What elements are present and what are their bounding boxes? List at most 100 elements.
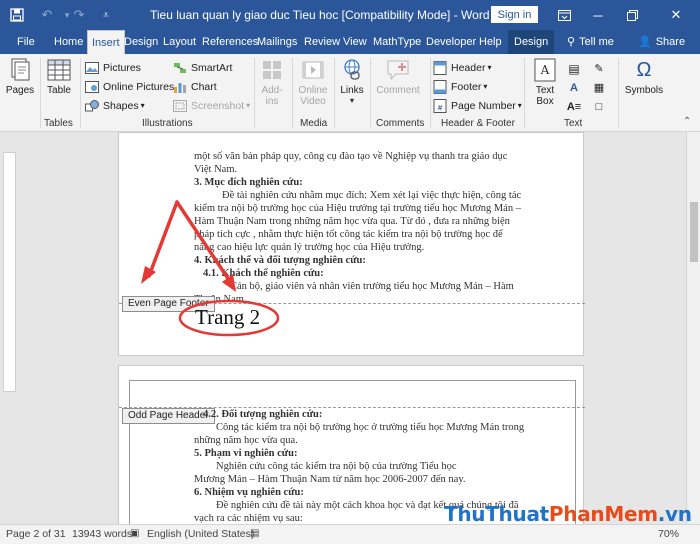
tab-developer[interactable]: Developer <box>426 30 476 54</box>
tell-me-search[interactable]: ⚲ Tell me <box>567 30 614 54</box>
tab-file[interactable]: File <box>17 30 35 54</box>
language-indicator[interactable]: English (United States) <box>147 528 254 540</box>
comment-button[interactable]: Comment <box>373 58 423 96</box>
drop-cap-icon[interactable]: A≡ <box>566 98 585 115</box>
tab-insert[interactable]: Insert <box>87 30 125 54</box>
tab-header-footer-design[interactable]: Design <box>508 30 555 54</box>
divider <box>370 58 371 128</box>
tab-design[interactable]: Design <box>124 30 158 54</box>
group-label-header-footer: Header & Footer <box>441 118 515 129</box>
restore-icon[interactable] <box>616 0 648 30</box>
shapes-button[interactable]: Shapes ▾ <box>84 97 145 114</box>
svg-text:#: # <box>437 104 443 112</box>
paragraph-line: Cán bộ, giáo viên và nhân viên trường ti… <box>230 281 514 292</box>
section-heading: 5. Phạm vi nghiên cứu: <box>194 448 298 459</box>
links-label: Links <box>340 85 364 96</box>
text-box-button[interactable]: A Text Box <box>527 58 563 107</box>
online-video-label: Online Video <box>298 85 328 107</box>
date-time-icon[interactable]: ▦ <box>591 79 610 96</box>
links-button[interactable]: Links ▾ <box>337 58 367 105</box>
screenshot-button[interactable]: Screenshot ▾ <box>172 97 250 114</box>
divider <box>334 58 335 128</box>
table-label: Table <box>47 85 71 96</box>
ribbon-tabs: File Home Insert Design Layout Reference… <box>0 30 700 54</box>
divider <box>524 58 525 128</box>
online-pictures-button[interactable]: Online Pictures <box>84 78 174 95</box>
document-area[interactable]: một số văn bản pháp quy, công cụ đào tạo… <box>0 132 700 524</box>
page-number-field[interactable]: Trang 2 <box>195 305 260 330</box>
customize-toolbar-icon[interactable]: ⩡ <box>97 6 115 24</box>
zoom-level[interactable]: 70% <box>658 528 679 540</box>
paragraph-line: Đề tài nghiên cứu nhằm mục đích: Xem xét… <box>222 190 522 201</box>
symbols-button[interactable]: Ω Symbols <box>623 58 665 97</box>
tab-mailings[interactable]: Mailings <box>257 30 297 54</box>
divider <box>254 58 255 128</box>
scrollbar-thumb[interactable] <box>690 202 698 262</box>
redo-icon[interactable]: ↷ <box>70 6 88 24</box>
online-video-button[interactable]: Online Video <box>295 58 331 107</box>
section-heading: 3. Mục đích nghiên cứu: <box>194 177 303 188</box>
group-label-media: Media <box>300 118 328 129</box>
paragraph-line: một số văn bản pháp quy, công cụ đào tạo… <box>194 151 508 162</box>
macro-recording-icon[interactable]: ▤ <box>250 528 259 539</box>
paragraph-line: Công tác kiểm tra nội bộ trường học ở tr… <box>216 422 525 433</box>
quick-parts-icon[interactable]: ▤ <box>566 60 585 77</box>
close-icon[interactable]: ✕ <box>660 0 692 30</box>
lightbulb-icon: ⚲ <box>567 36 576 48</box>
table-button[interactable]: Table <box>45 58 73 96</box>
chevron-down-icon: ▾ <box>487 63 492 72</box>
addins-label: Add-ins <box>261 85 283 107</box>
ribbon-display-options-icon[interactable] <box>548 0 580 30</box>
pictures-button[interactable]: Pictures <box>84 59 141 76</box>
proofing-icon[interactable]: ▣ <box>130 528 139 539</box>
symbols-label: Symbols <box>624 85 664 96</box>
undo-icon[interactable]: ↶ <box>38 6 56 24</box>
tab-view[interactable]: View <box>343 30 367 54</box>
paragraph-line: Mương Mán – Hàm Thuận Nam từ năm học 200… <box>194 474 466 485</box>
chart-button[interactable]: Chart <box>172 78 217 95</box>
vertical-ruler[interactable] <box>3 152 16 392</box>
wordart-icon[interactable]: A <box>566 79 585 96</box>
smartart-button[interactable]: SmartArt <box>172 59 232 76</box>
link-icon <box>339 58 365 82</box>
tab-help[interactable]: Help <box>479 30 502 54</box>
share-button[interactable]: 👤 Share <box>638 30 685 54</box>
header-button[interactable]: Header ▾ <box>432 59 491 76</box>
omega-icon: Ω <box>636 58 652 81</box>
paragraph-line: Việt Nam. <box>194 164 238 175</box>
screenshot-label: Screenshot <box>191 99 245 112</box>
footer-button[interactable]: Footer ▾ <box>432 78 487 95</box>
page-2[interactable]: một số văn bản pháp quy, công cụ đào tạo… <box>118 132 585 356</box>
shapes-label: Shapes <box>103 99 139 112</box>
collapse-ribbon-icon[interactable]: ⌃ <box>683 116 691 127</box>
signature-line-icon[interactable]: ✎ <box>591 60 610 77</box>
page-3[interactable]: Odd Page Header 4.2. Đối tượng nghiên cứ… <box>118 365 585 524</box>
paragraph-line: nâng cao hiệu lực quản lý trường học của… <box>194 242 425 253</box>
tab-layout[interactable]: Layout <box>163 30 196 54</box>
tell-me-label: Tell me <box>579 36 614 48</box>
chevron-down-icon: ▾ <box>517 101 522 110</box>
tab-home[interactable]: Home <box>54 30 83 54</box>
tab-review[interactable]: Review <box>304 30 340 54</box>
pages-icon <box>7 58 33 82</box>
ribbon: Pages Table Tables Pictures Online Pictu… <box>0 54 700 132</box>
tab-references[interactable]: References <box>202 30 258 54</box>
page-number-button[interactable]: # Page Number ▾ <box>432 97 522 114</box>
sign-in-button[interactable]: Sign in <box>491 6 538 23</box>
addins-button[interactable]: Add-ins <box>258 58 286 107</box>
page-number-icon: # <box>432 98 448 113</box>
odd-page-header-tab[interactable]: Odd Page Header <box>122 408 215 424</box>
tab-mathtype[interactable]: MathType <box>373 30 421 54</box>
group-label-comments: Comments <box>376 118 425 129</box>
page-counter[interactable]: Page 2 of 31 <box>6 528 66 540</box>
addins-icon <box>259 58 285 82</box>
pages-button[interactable]: Pages <box>4 58 36 96</box>
minimize-icon[interactable]: ─ <box>582 0 614 30</box>
person-icon: 👤 <box>638 36 652 48</box>
word-count[interactable]: 13943 words <box>72 528 132 540</box>
comment-label: Comment <box>376 85 420 96</box>
vertical-scrollbar[interactable] <box>686 132 700 524</box>
object-icon[interactable]: □ <box>591 98 610 115</box>
save-icon[interactable] <box>8 6 26 24</box>
section-heading: 6. Nhiệm vụ nghiên cứu: <box>194 487 304 498</box>
